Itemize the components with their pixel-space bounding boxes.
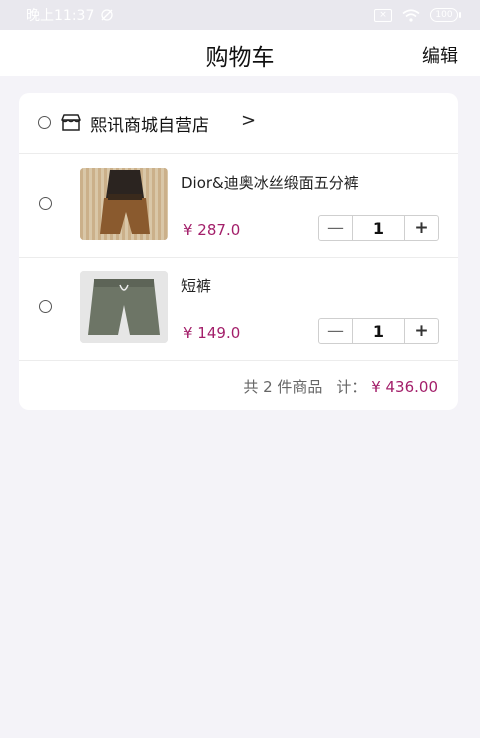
total-price: ¥ 436.00 — [371, 378, 438, 396]
shop-row[interactable]: 熙讯商城自营店 > — [19, 93, 458, 154]
status-bar: 晚上11:37 × 100 — [0, 0, 480, 30]
cart-card: 熙讯商城自营店 > Dior&迪奥冰丝缎面五分裤 ¥ 287.0 — 1 + 短… — [19, 93, 458, 410]
product-price: ¥ 287.0 — [183, 221, 241, 239]
total-group: 计： ¥ 436.00 — [336, 376, 438, 397]
cart-item: 短裤 ¥ 149.0 — 1 + — [19, 257, 458, 361]
item-select-radio[interactable] — [39, 300, 52, 313]
cart-summary: 共 2 件商品 计： ¥ 436.00 — [243, 376, 438, 397]
nav-bar: 购物车 编辑 — [0, 30, 480, 76]
sim-icon: × — [374, 8, 392, 22]
increase-button[interactable]: + — [404, 319, 438, 343]
quantity-value[interactable]: 1 — [353, 216, 404, 240]
quantity-stepper: — 1 + — [318, 318, 439, 344]
increase-button[interactable]: + — [404, 216, 438, 240]
quantity-stepper: — 1 + — [318, 215, 439, 241]
shop-select-radio[interactable] — [38, 116, 51, 129]
store-icon — [61, 114, 81, 131]
status-left: 晚上11:37 — [26, 5, 114, 25]
product-name[interactable]: 短裤 — [181, 275, 211, 296]
shop-name[interactable]: 熙讯商城自营店 — [90, 111, 209, 136]
item-select-radio[interactable] — [39, 197, 52, 210]
decrease-button[interactable]: — — [319, 319, 353, 343]
status-right: × 100 — [374, 8, 461, 22]
alarm-off-icon — [101, 9, 114, 21]
product-image[interactable] — [80, 168, 168, 240]
chevron-right-icon[interactable]: > — [241, 110, 256, 131]
edit-button[interactable]: 编辑 — [422, 42, 458, 68]
cart-item: Dior&迪奥冰丝缎面五分裤 ¥ 287.0 — 1 + — [19, 154, 458, 258]
wifi-icon — [402, 8, 420, 22]
quantity-value[interactable]: 1 — [353, 319, 404, 343]
total-label: 计： — [336, 378, 367, 396]
product-price: ¥ 149.0 — [183, 324, 241, 342]
page-title: 购物车 — [205, 45, 275, 71]
status-time: 晚上11:37 — [26, 8, 95, 24]
product-name[interactable]: Dior&迪奥冰丝缎面五分裤 — [181, 172, 359, 193]
product-image[interactable] — [80, 271, 168, 343]
battery-icon: 100 — [430, 8, 461, 22]
decrease-button[interactable]: — — [319, 216, 353, 240]
item-count: 共 2 件商品 — [243, 378, 323, 396]
